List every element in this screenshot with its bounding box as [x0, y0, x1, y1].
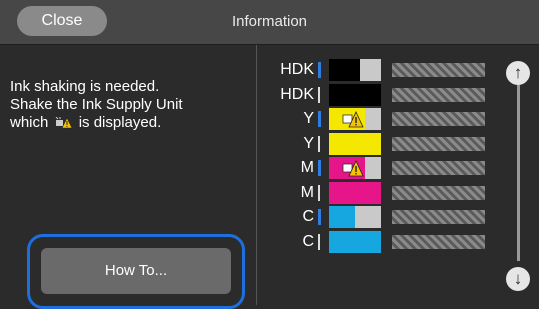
scrollbar-track[interactable]	[517, 85, 520, 261]
ink-serial-masked	[392, 210, 485, 224]
ink-label: Y	[303, 134, 314, 152]
ink-level-swatch	[329, 132, 381, 155]
arrow-down-circle-icon[interactable]: ↓	[506, 267, 530, 291]
shake-warning-icon	[342, 160, 364, 177]
ink-label: M	[300, 183, 314, 201]
ink-serial-masked	[392, 112, 485, 126]
ink-level-fill	[329, 132, 381, 155]
ink-row: C	[262, 206, 502, 228]
ink-label: C	[302, 208, 314, 225]
message-line-2: Shake the Ink Supply Unit	[10, 96, 183, 113]
ink-active-indicator	[318, 111, 321, 127]
ink-level-fill	[329, 59, 361, 81]
ink-label: C	[302, 232, 314, 250]
ink-active-indicator	[318, 86, 320, 103]
title-bar: Close Information	[0, 0, 539, 45]
pane-divider	[256, 45, 257, 305]
ink-row: Y	[262, 132, 502, 155]
ink-row: HDK	[262, 83, 502, 106]
ink-serial-masked	[392, 185, 485, 200]
page-title: Information	[231, 13, 308, 30]
message-line-3: which is displayed.	[10, 114, 250, 132]
message-line-3-end: is displayed.	[78, 114, 162, 131]
ink-row: Y	[262, 108, 502, 130]
ink-row: C	[262, 230, 502, 253]
ink-level-fill	[329, 83, 381, 106]
ink-active-indicator	[318, 233, 320, 250]
ink-active-indicator	[318, 209, 321, 225]
ink-serial-masked	[392, 234, 485, 249]
ink-serial-masked	[392, 87, 485, 102]
ink-level-fill	[329, 181, 381, 204]
ink-active-indicator	[318, 184, 320, 201]
ink-level-fill	[329, 206, 355, 228]
ink-active-indicator	[318, 62, 321, 78]
ink-serial-masked	[392, 63, 485, 77]
ink-label: Y	[303, 110, 314, 127]
ink-label: HDK	[280, 85, 314, 103]
ink-level-swatch	[329, 108, 381, 130]
ink-level-swatch	[329, 206, 381, 228]
ink-label: HDK	[280, 61, 314, 78]
ink-label: M	[300, 159, 314, 176]
ink-level-swatch	[329, 83, 381, 106]
shake-message: Ink shaking is needed. Shake the Ink Sup…	[10, 78, 250, 132]
message-line-1: Ink shaking is needed.	[10, 78, 160, 95]
how-to-button[interactable]: How To...	[41, 248, 231, 294]
ink-row: M	[262, 181, 502, 204]
shake-warning-icon	[55, 117, 73, 129]
arrow-up-circle-icon[interactable]: ↑	[506, 61, 530, 85]
ink-level-swatch	[329, 230, 381, 253]
ink-level-swatch	[329, 157, 381, 179]
ink-level-swatch	[329, 59, 381, 81]
ink-row: M	[262, 157, 502, 179]
ink-serial-masked	[392, 136, 485, 151]
shake-warning-icon	[342, 111, 364, 128]
ink-level-swatch	[329, 181, 381, 204]
ink-active-indicator	[318, 160, 321, 176]
ink-active-indicator	[318, 135, 320, 152]
ink-level-fill	[329, 230, 381, 253]
ink-row: HDK	[262, 59, 502, 81]
message-line-3-start: which	[10, 114, 49, 131]
ink-serial-masked	[392, 161, 485, 175]
